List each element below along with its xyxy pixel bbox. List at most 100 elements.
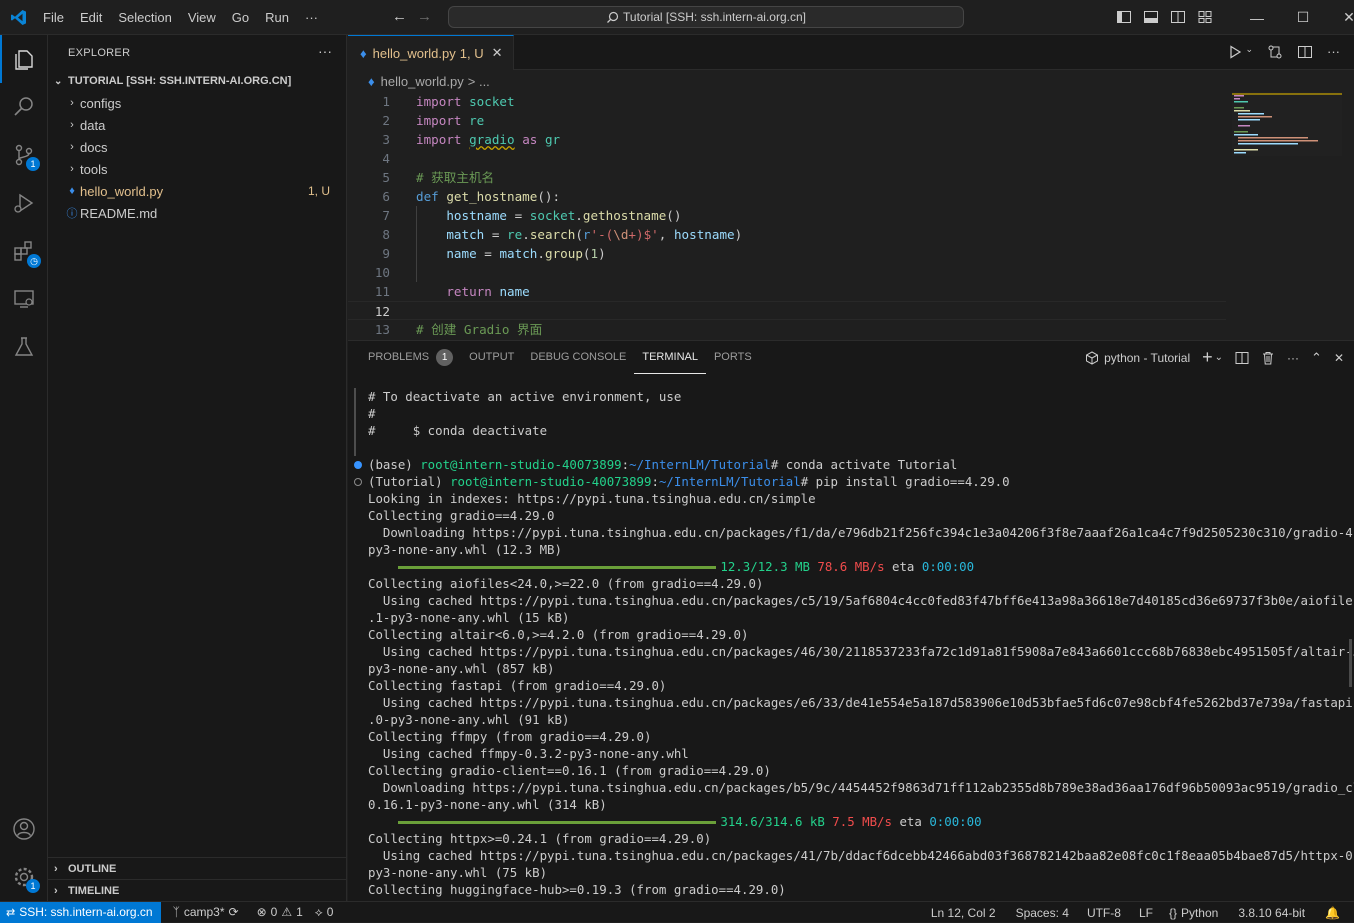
tree-folder-configs[interactable]: › configs — [48, 92, 346, 114]
breadcrumb-file[interactable]: hello_world.py — [381, 74, 464, 89]
code-editor[interactable]: 1 import socket 2 import re 3 import gradio… — [348, 92, 1228, 340]
editor-tabs: ♦ hello_world.py 1, U ✕ ⌄ ··· — [348, 35, 1354, 70]
bottom-panel: PROBLEMS 1 OUTPUT DEBUG CONSOLE TERMINAL … — [348, 340, 1354, 901]
python-file-icon: ♦ — [360, 45, 367, 61]
code-line: 10 — [348, 263, 1228, 282]
manage-gear-icon[interactable]: 1 — [0, 853, 48, 901]
command-running-dot-icon[interactable] — [354, 478, 362, 486]
breadcrumb-rest[interactable]: > ... — [468, 74, 490, 89]
terminal-line: Collecting gradio-client==0.16.1 (from g… — [368, 763, 771, 778]
trash-icon[interactable] — [1261, 351, 1275, 365]
tab-ports[interactable]: PORTS — [706, 341, 760, 374]
menu-view[interactable]: View — [180, 0, 224, 35]
extensions-icon[interactable]: ◷ — [0, 227, 48, 275]
tree-folder-tools[interactable]: › tools — [48, 158, 346, 180]
toggle-secondary-sidebar-icon[interactable] — [1170, 9, 1186, 25]
source-control-icon[interactable]: 1 — [0, 131, 48, 179]
line-number: 6 — [382, 189, 390, 204]
end-of-line[interactable]: LF — [1133, 906, 1159, 920]
split-editor-icon[interactable] — [1297, 44, 1313, 60]
tree-file-readme[interactable]: ⓘ README.md — [48, 202, 346, 224]
problems-count-badge: 1 — [436, 349, 454, 366]
tree-item-label: configs — [80, 95, 122, 111]
python-interpreter[interactable]: 3.8.10 64-bit — [1232, 906, 1311, 920]
editor-more-actions-icon[interactable]: ··· — [1327, 44, 1340, 60]
back-arrow-icon[interactable]: ← — [392, 8, 407, 25]
ports-status[interactable]: ⟡ 0 — [309, 905, 340, 920]
run-dropdown-chevron-icon[interactable]: ⌄ — [1245, 44, 1253, 60]
timeline-section[interactable]: › TIMELINE — [48, 879, 347, 902]
tree-file-hello-world[interactable]: ♦ hello_world.py 1, U — [48, 180, 346, 202]
menu-run[interactable]: Run — [257, 0, 297, 35]
tree-folder-data[interactable]: › data — [48, 114, 346, 136]
tree-folder-docs[interactable]: › docs — [48, 136, 346, 158]
more-actions-icon[interactable]: ··· — [318, 43, 332, 59]
toggle-primary-sidebar-icon[interactable] — [1116, 9, 1132, 25]
tab-terminal[interactable]: TERMINAL — [634, 341, 706, 374]
remote-explorer-icon[interactable] — [0, 275, 48, 323]
search-icon[interactable] — [0, 83, 48, 131]
command-success-dot-icon[interactable] — [354, 461, 362, 469]
close-panel-icon[interactable]: ✕ — [1334, 351, 1344, 365]
encoding[interactable]: UTF-8 — [1081, 906, 1127, 920]
panel-more-icon[interactable]: ··· — [1287, 351, 1299, 365]
terminal-line: Collecting gradio==4.29.0 — [368, 508, 555, 523]
toggle-panel-icon[interactable] — [1143, 9, 1159, 25]
terminal-line-prompt: (base) root@intern-studio-40073899:~/Int… — [348, 456, 1348, 473]
accounts-icon[interactable] — [0, 805, 48, 853]
open-changes-icon[interactable] — [1267, 44, 1283, 60]
language-mode[interactable]: {} Python — [1163, 906, 1224, 920]
progress-bar — [398, 821, 717, 824]
menu-edit[interactable]: Edit — [72, 0, 110, 35]
conda-env: (Tutorial) — [368, 474, 451, 489]
chevron-down-icon[interactable]: ⌄ — [1215, 352, 1223, 363]
notifications-bell-icon[interactable]: 🔔 — [1319, 906, 1346, 920]
terminal-line: Using cached https://pypi.tuna.tsinghua.… — [368, 695, 1354, 710]
remote-indicator[interactable]: ⇄ SSH: ssh.intern-ai.org.cn — [0, 901, 161, 923]
error-icon: ⊗ — [256, 905, 267, 919]
minimize-icon[interactable]: — — [1234, 0, 1280, 35]
split-terminal-icon[interactable] — [1235, 351, 1249, 365]
indentation[interactable]: Spaces: 4 — [1010, 906, 1075, 920]
git-branch[interactable]: ᛉ camp3* ⟳ — [167, 905, 245, 919]
maximize-panel-chevron-icon[interactable]: ⌃ — [1311, 350, 1322, 366]
testing-flask-icon[interactable] — [0, 323, 48, 371]
menu-more[interactable]: ··· — [297, 0, 326, 35]
run-python-file-icon[interactable] — [1227, 44, 1243, 60]
cursor-position[interactable]: Ln 12, Col 2 — [925, 906, 1002, 920]
terminal-scrollbar[interactable] — [1349, 639, 1352, 687]
tab-label: PORTS — [713, 351, 752, 363]
terminal-line: py3-none-any.whl (12.3 MB) — [368, 542, 562, 557]
chevron-right-icon: › — [70, 119, 74, 131]
explorer-icon[interactable] — [0, 35, 48, 83]
breadcrumb: ♦ hello_world.py > ... — [348, 70, 1354, 92]
run-debug-icon[interactable] — [0, 179, 48, 227]
customize-layout-icon[interactable] — [1197, 9, 1213, 25]
minimap[interactable] — [1232, 92, 1342, 162]
python-file-icon: ♦ — [368, 73, 375, 89]
tab-debug-console[interactable]: DEBUG CONSOLE — [522, 341, 634, 374]
menu-file[interactable]: File — [35, 0, 72, 35]
close-window-icon[interactable]: ✕ — [1326, 0, 1354, 35]
tab-problems[interactable]: PROBLEMS 1 — [360, 341, 461, 374]
terminal-line: .1-py3-none-any.whl (15 kB) — [368, 610, 570, 625]
menu-go[interactable]: Go — [224, 0, 257, 35]
problems-status[interactable]: ⊗ 0 ⚠ 1 — [251, 905, 309, 919]
command-center-search[interactable]: Tutorial [SSH: ssh.intern-ai.org.cn] — [448, 6, 964, 28]
eta-label: eta — [899, 814, 922, 829]
sync-icon[interactable]: ⟳ — [229, 905, 239, 919]
tab-hello-world[interactable]: ♦ hello_world.py 1, U ✕ — [348, 35, 514, 70]
outline-section[interactable]: › OUTLINE — [48, 857, 347, 880]
menu-selection[interactable]: Selection — [110, 0, 179, 35]
terminal-instance-selector[interactable]: python - Tutorial — [1085, 351, 1190, 365]
terminal-output[interactable]: # To deactivate an active environment, u… — [348, 388, 1354, 898]
explorer-sidebar: EXPLORER ··· ⌄ TUTORIAL [SSH: SSH.INTERN… — [48, 35, 347, 901]
tree-item-label: hello_world.py — [80, 183, 164, 199]
new-terminal-plus-icon[interactable]: + — [1202, 347, 1213, 368]
workspace-root[interactable]: ⌄ TUTORIAL [SSH: SSH.INTERN-AI.ORG.CN] — [48, 70, 346, 92]
terminal-name: python - Tutorial — [1104, 350, 1191, 365]
maximize-icon[interactable]: ☐ — [1280, 0, 1326, 35]
forward-arrow-icon[interactable]: → — [417, 8, 432, 25]
close-tab-icon[interactable]: ✕ — [492, 45, 503, 61]
tab-output[interactable]: OUTPUT — [461, 341, 522, 374]
